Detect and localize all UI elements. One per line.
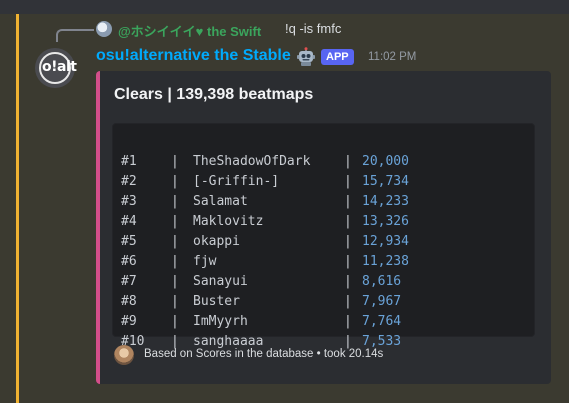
row-separator: | — [171, 234, 179, 249]
leaderboard-row: #5 | okappi | 12,934 — [121, 212, 409, 249]
embed-footer-text: Based on Scores in the database • took 2… — [144, 348, 384, 360]
row-clear-count: 14,233 — [362, 194, 409, 209]
row-clear-count: 8,616 — [362, 274, 402, 289]
row-clear-count: 7,967 — [362, 294, 402, 309]
row-clear-count: 12,934 — [362, 234, 409, 249]
leaderboard-row: #1 | TheShadowOfDark | 20,000 — [121, 132, 409, 169]
row-separator: | — [344, 174, 352, 189]
leaderboard-row: #8 | Buster | 7,967 — [121, 272, 401, 309]
robot-emoji-icon — [297, 47, 315, 66]
row-separator: | — [344, 254, 352, 269]
row-separator: | — [171, 194, 179, 209]
mention-highlight-bar — [16, 14, 19, 403]
leaderboard-row: #6 | fjw | 11,238 — [121, 232, 409, 269]
row-clear-count: 15,734 — [362, 174, 409, 189]
row-separator: | — [171, 294, 179, 309]
leaderboard-row: #4 | Maklovitz | 13,326 — [121, 192, 409, 229]
row-separator: | — [344, 314, 352, 329]
row-player-name: okappi — [193, 234, 240, 249]
row-player-name: [-Griffin-] — [193, 174, 280, 189]
reply-content[interactable]: !q -is fmfc — [285, 21, 341, 36]
row-player-name: Sanayui — [193, 274, 248, 289]
leaderboard-row: #10 | sanghaaaa | 7,533 — [121, 312, 401, 349]
row-separator: | — [171, 314, 179, 329]
row-separator: | — [171, 254, 179, 269]
embed-title: Clears | 139,398 beatmaps — [114, 86, 314, 103]
row-separator: | — [171, 154, 179, 169]
row-separator: | — [344, 274, 352, 289]
message-timestamp[interactable]: 11:02 PM — [368, 51, 416, 63]
row-player-name: Maklovitz — [193, 214, 264, 229]
row-clear-count: 13,326 — [362, 214, 409, 229]
row-separator: | — [171, 274, 179, 289]
leaderboard-row: #7 | Sanayui | 8,616 — [121, 252, 401, 289]
row-separator: | — [171, 174, 179, 189]
embed-card: Clears | 139,398 beatmaps #1 | TheShadowOf… — [96, 71, 551, 384]
avatar-logo-text: o!alt — [42, 59, 77, 75]
author-name[interactable]: osu!alternative the Stable — [96, 47, 291, 65]
row-separator: | — [344, 234, 352, 249]
app-badge: APP — [321, 49, 354, 65]
leaderboard-codeblock: #1 | TheShadowOfDark | 20,000 #2 | [-Griffin-]… — [112, 123, 535, 349]
row-clear-count: 20,000 — [362, 154, 409, 169]
row-separator: | — [344, 214, 352, 229]
leaderboard-row: #2 | [-Griffin-] | 15,734 — [121, 152, 409, 189]
row-player-name: Buster — [193, 294, 240, 309]
row-player-name: TheShadowOfDark — [193, 154, 311, 169]
reply-avatar[interactable] — [96, 21, 112, 37]
row-player-name: Salamat — [193, 194, 248, 209]
row-clear-count: 11,238 — [362, 254, 409, 269]
reply-username[interactable]: @ホシイイイ♥ the Swift — [118, 21, 261, 40]
reply-spine — [56, 29, 94, 42]
leaderboard-row: #3 | Salamat | 14,233 — [121, 172, 409, 209]
row-separator: | — [344, 194, 352, 209]
row-player-name: ImMyyrh — [193, 314, 248, 329]
top-strip — [0, 0, 569, 14]
row-separator: | — [344, 154, 352, 169]
embed-accent-bar — [96, 71, 100, 384]
row-separator: | — [344, 294, 352, 309]
bot-avatar[interactable]: o!alt — [35, 48, 77, 88]
row-player-name: fjw — [193, 254, 217, 269]
leaderboard-row: #9 | ImMyyrh | 7,764 — [121, 292, 401, 329]
row-clear-count: 7,764 — [362, 314, 402, 329]
row-separator: | — [171, 214, 179, 229]
footer-avatar — [114, 345, 134, 365]
